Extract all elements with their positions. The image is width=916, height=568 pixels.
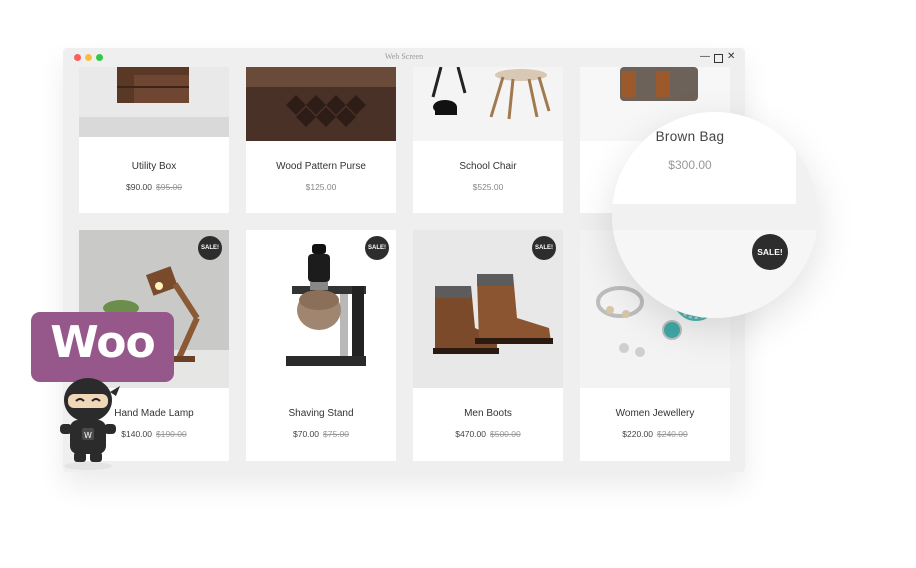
product-card-men-boots[interactable]: SALE! Men Boots $470.00 $500.00 bbox=[413, 230, 563, 461]
woo-logo-text: Woo bbox=[50, 317, 155, 368]
product-price: $220.00 $240.00 bbox=[580, 429, 730, 439]
utility-box-image[interactable] bbox=[79, 67, 229, 137]
product-price: $70.00 $75.00 bbox=[246, 429, 396, 439]
svg-text:W: W bbox=[84, 431, 92, 440]
current-price: $140.00 bbox=[121, 429, 152, 439]
product-price: $525.00 bbox=[413, 182, 563, 192]
product-card-school-chair[interactable]: School Chair $525.00 bbox=[413, 67, 563, 213]
product-price: $470.00 $500.00 bbox=[413, 429, 563, 439]
product-price: $90.00 $95.00 bbox=[79, 182, 229, 192]
zoom-next-card bbox=[612, 230, 818, 318]
current-price: $525.00 bbox=[472, 182, 504, 192]
window-title: Web Screen bbox=[384, 52, 424, 61]
zoom-product-price: $300.00 bbox=[668, 158, 712, 172]
product-name[interactable]: Men Boots bbox=[413, 408, 563, 419]
sale-badge: SALE! bbox=[532, 236, 556, 260]
product-name[interactable]: Shaving Stand bbox=[246, 408, 396, 419]
current-price: $90.00 bbox=[126, 182, 152, 192]
old-price: $500.00 bbox=[490, 429, 521, 439]
ninja-mascot-icon: W bbox=[60, 378, 120, 470]
old-price: $190.00 bbox=[156, 429, 187, 439]
product-card-wood-pattern-purse[interactable]: Wood Pattern Purse $125.00 bbox=[246, 67, 396, 213]
current-price: $220.00 bbox=[622, 429, 653, 439]
old-price: $95.00 bbox=[156, 182, 182, 192]
zoom-sale-badge: SALE! bbox=[752, 234, 788, 270]
product-name[interactable]: Utility Box bbox=[79, 161, 229, 172]
current-price: $70.00 bbox=[293, 429, 319, 439]
current-price: $470.00 bbox=[455, 429, 486, 439]
product-price: $125.00 bbox=[246, 182, 396, 192]
product-card-utility-box[interactable]: Utility Box $90.00 $95.00 bbox=[79, 67, 229, 213]
product-name[interactable]: School Chair bbox=[413, 161, 563, 172]
wood-purse-image[interactable] bbox=[246, 67, 396, 141]
old-price: $240.00 bbox=[657, 429, 688, 439]
sale-badge: SALE! bbox=[198, 236, 222, 260]
sale-badge: SALE! bbox=[365, 236, 389, 260]
zoom-magnifier: Brown Bag $300.00 SALE! bbox=[612, 112, 818, 318]
product-card-shaving-stand[interactable]: SALE! Shaving Stand $70.00 $75.00 bbox=[246, 230, 396, 461]
minimize-icon[interactable]: — bbox=[700, 51, 710, 63]
old-price: $75.00 bbox=[323, 429, 349, 439]
current-price: $125.00 bbox=[305, 182, 337, 192]
zoom-card: Brown Bag $300.00 bbox=[612, 112, 796, 204]
product-name[interactable]: Women Jewellery bbox=[580, 408, 730, 419]
maximize-icon[interactable] bbox=[714, 54, 723, 63]
product-name[interactable]: Wood Pattern Purse bbox=[246, 161, 396, 172]
window-titlebar: Web Screen — ✕ bbox=[63, 48, 745, 67]
zoom-product-name[interactable]: Brown Bag bbox=[612, 129, 768, 144]
close-icon[interactable]: ✕ bbox=[727, 51, 735, 63]
school-chair-image[interactable] bbox=[413, 67, 563, 141]
